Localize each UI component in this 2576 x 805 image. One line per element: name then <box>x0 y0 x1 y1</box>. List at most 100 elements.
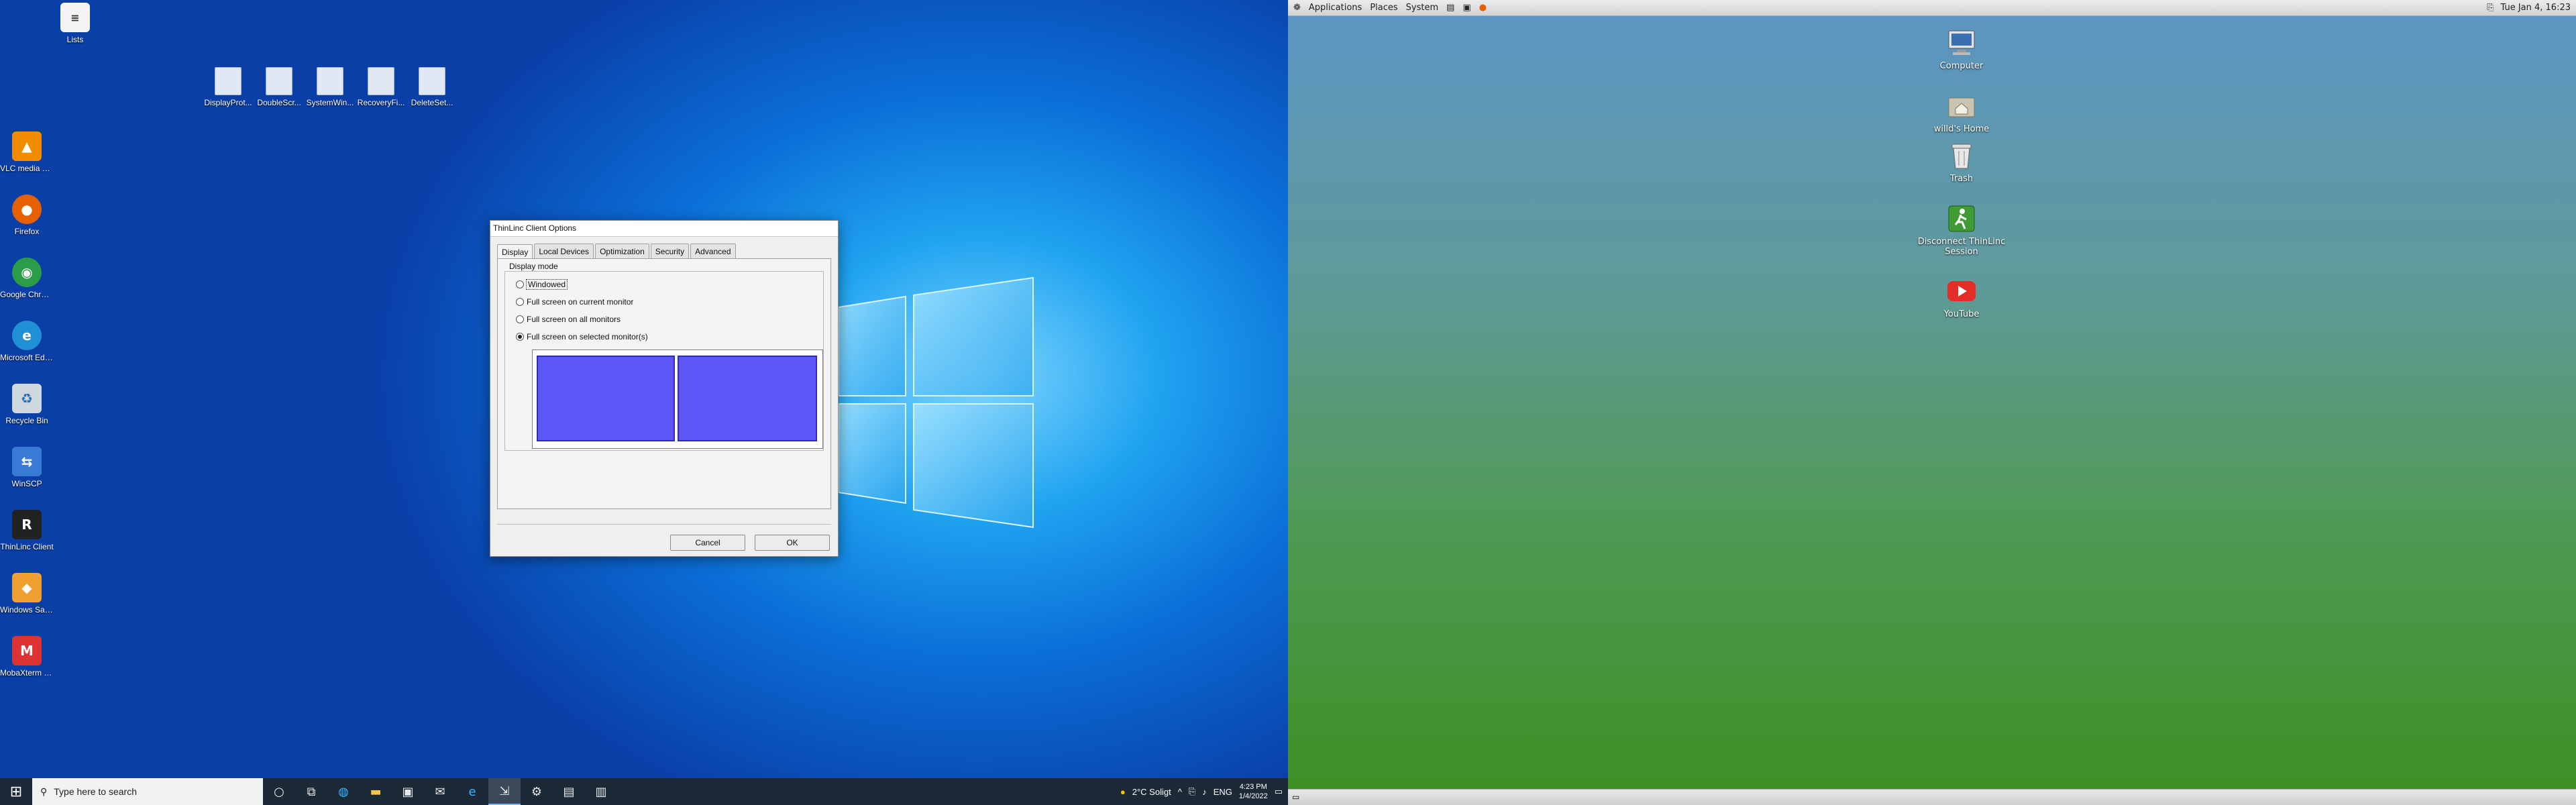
chrome-icon: ◉ <box>12 258 42 287</box>
language-indicator[interactable]: ENG <box>1214 787 1232 797</box>
desktop-file-4[interactable]: RecoveryFi... <box>354 67 408 107</box>
display-mode-label: Display mode <box>507 262 560 271</box>
firefox-icon: ● <box>12 195 42 224</box>
panel-right: ⎘ Tue Jan 4, 16:23 <box>2487 3 2576 13</box>
windows-start-icon: ⊞ <box>9 783 23 800</box>
taskbar-clock[interactable]: 4:23 PM 1/4/2022 <box>1239 782 1268 801</box>
ie-icon[interactable]: e <box>456 778 488 805</box>
desktop-icon-trash[interactable]: Trash <box>1915 140 2008 184</box>
network-icon[interactable]: ⎘ <box>2487 3 2493 13</box>
gnome-foot-icon[interactable]: ❁ <box>1293 3 1301 13</box>
desktop-icon-lists[interactable]: ≡ Lists <box>48 3 102 44</box>
menu-places[interactable]: Places <box>1370 3 1397 13</box>
home-folder-icon <box>1945 90 1978 122</box>
top-panel: ❁ Applications Places System ▤ ▣ ● ⎘ Tue… <box>1288 0 2576 16</box>
radio-fullscreen-all[interactable]: Full screen on all monitors <box>516 315 621 324</box>
show-desktop-icon[interactable]: ▭ <box>1292 792 1299 802</box>
file-icon <box>266 67 292 95</box>
desktop-icon-thinlinc[interactable]: R ThinLinc Client <box>0 510 54 551</box>
file-manager-launcher-icon[interactable]: ▤ <box>1446 3 1454 13</box>
edge-icon: e <box>12 321 42 350</box>
desktop-file-2[interactable]: DoubleScr... <box>252 67 306 107</box>
file-icon <box>317 67 343 95</box>
store-icon[interactable]: ▣ <box>392 778 424 805</box>
search-placeholder: Type here to search <box>54 786 138 797</box>
chevron-up-icon[interactable]: ^ <box>1178 787 1182 797</box>
cortana-icon[interactable]: ○ <box>263 778 295 805</box>
search-icon: ⚲ <box>40 786 48 797</box>
monitor-1[interactable] <box>537 356 675 441</box>
notepad-taskbar-icon[interactable]: ▥ <box>585 778 617 805</box>
volume-icon[interactable]: ♪ <box>1202 787 1207 797</box>
radio-indicator[interactable] <box>516 280 524 288</box>
dialog-tabs: Display Local Devices Optimization Secur… <box>497 244 737 260</box>
radio-fullscreen-current[interactable]: Full screen on current monitor <box>516 297 633 307</box>
desktop-icon-firefox[interactable]: ● Firefox <box>0 195 54 236</box>
document-icon: ≡ <box>60 3 90 32</box>
monitor-2[interactable] <box>678 356 817 441</box>
cancel-button[interactable]: Cancel <box>670 535 745 551</box>
tab-optimization[interactable]: Optimization <box>595 244 649 259</box>
desktop-icon-winscp[interactable]: ⇆ WinSCP <box>0 447 54 488</box>
recycle-bin-icon: ♻ <box>12 384 42 413</box>
app-taskbar-icon[interactable]: ▤ <box>553 778 585 805</box>
desktop-icon-home[interactable]: willd's Home <box>1915 90 2008 134</box>
tab-display[interactable]: Display <box>497 244 533 260</box>
firefox-launcher-icon[interactable]: ● <box>1479 3 1487 13</box>
display-tab-panel: Display mode Windowed Full screen on cur… <box>497 258 831 509</box>
desktop-icon-recycle-bin[interactable]: ♻ Recycle Bin <box>0 384 54 425</box>
desktop-icon-chrome[interactable]: ◉ Google Chrome <box>0 258 54 299</box>
file-icon <box>368 67 394 95</box>
network-icon[interactable]: ⎘ <box>1189 786 1195 797</box>
radio-indicator-selected[interactable] <box>516 333 524 341</box>
desktop-file-1[interactable]: DisplayProt... <box>201 67 255 107</box>
display-mode-group: Windowed Full screen on current monitor … <box>504 271 824 451</box>
mail-icon[interactable]: ✉ <box>424 778 456 805</box>
windows-taskbar: ⊞ ⚲ Type here to search ○ ⧉ ◍ ▬ ▣ ✉ e ⇲ … <box>0 778 1288 805</box>
desktop-icon-youtube[interactable]: YouTube <box>1915 275 2008 319</box>
desktop-file-5[interactable]: DeleteSet... <box>405 67 459 107</box>
file-icon <box>215 67 241 95</box>
menu-system[interactable]: System <box>1406 3 1438 13</box>
settings-icon[interactable]: ⚙ <box>521 778 553 805</box>
dialog-title: ThinLinc Client Options <box>493 223 577 233</box>
system-tray: ● 2°C Soligt ^ ⎘ ♪ ENG 4:23 PM 1/4/2022 … <box>1120 782 1288 801</box>
radio-fullscreen-selected[interactable]: Full screen on selected monitor(s) <box>516 332 648 341</box>
file-explorer-icon[interactable]: ▬ <box>360 778 392 805</box>
tab-advanced[interactable]: Advanced <box>690 244 736 259</box>
menu-applications[interactable]: Applications <box>1309 3 1362 13</box>
terminal-launcher-icon[interactable]: ▣ <box>1462 3 1470 13</box>
youtube-icon <box>1945 275 1978 307</box>
dialog-separator <box>497 524 831 525</box>
monitor-selector <box>532 350 823 449</box>
desktop-icon-sandbox[interactable]: ◆ Windows Sandbox <box>0 573 54 614</box>
desktop-file-3[interactable]: SystemWin... <box>303 67 357 107</box>
taskbar-search[interactable]: ⚲ Type here to search <box>32 778 263 805</box>
desktop-icon-mobaxterm[interactable]: M MobaXterm Personal <box>0 636 54 678</box>
radio-indicator[interactable] <box>516 298 524 306</box>
desktop-icon-vlc[interactable]: ▲ VLC media player <box>0 131 54 173</box>
panel-clock[interactable]: Tue Jan 4, 16:23 <box>2500 3 2571 13</box>
edge-taskbar-icon[interactable]: ◍ <box>327 778 360 805</box>
trash-icon <box>1945 140 1978 172</box>
mobaxterm-icon: M <box>12 636 42 665</box>
vlc-icon: ▲ <box>12 131 42 161</box>
sandbox-icon: ◆ <box>12 573 42 602</box>
tab-security[interactable]: Security <box>650 244 690 259</box>
task-view-icon[interactable]: ⧉ <box>295 778 327 805</box>
desktop-icon-disconnect[interactable]: Disconnect ThinLinc Session <box>1915 203 2008 257</box>
bottom-panel: ▭ <box>1288 789 2576 805</box>
dialog-titlebar[interactable]: ThinLinc Client Options <box>490 221 838 237</box>
radio-indicator[interactable] <box>516 315 524 323</box>
thinlinc-options-dialog: ThinLinc Client Options Display Local De… <box>490 220 839 557</box>
start-button[interactable]: ⊞ <box>0 778 32 805</box>
desktop-icon-computer[interactable]: Computer <box>1915 27 2008 71</box>
weather-icon: ● <box>1120 786 1126 797</box>
weather-text[interactable]: 2°C Soligt <box>1132 787 1171 797</box>
notifications-icon[interactable]: ▭ <box>1275 786 1283 797</box>
desktop-icon-edge[interactable]: e Microsoft Edge <box>0 321 54 362</box>
ok-button[interactable]: OK <box>755 535 830 551</box>
tab-local-devices[interactable]: Local Devices <box>534 244 594 259</box>
radio-windowed[interactable]: Windowed <box>516 279 568 290</box>
thinlinc-taskbar-icon[interactable]: ⇲ <box>488 778 521 805</box>
